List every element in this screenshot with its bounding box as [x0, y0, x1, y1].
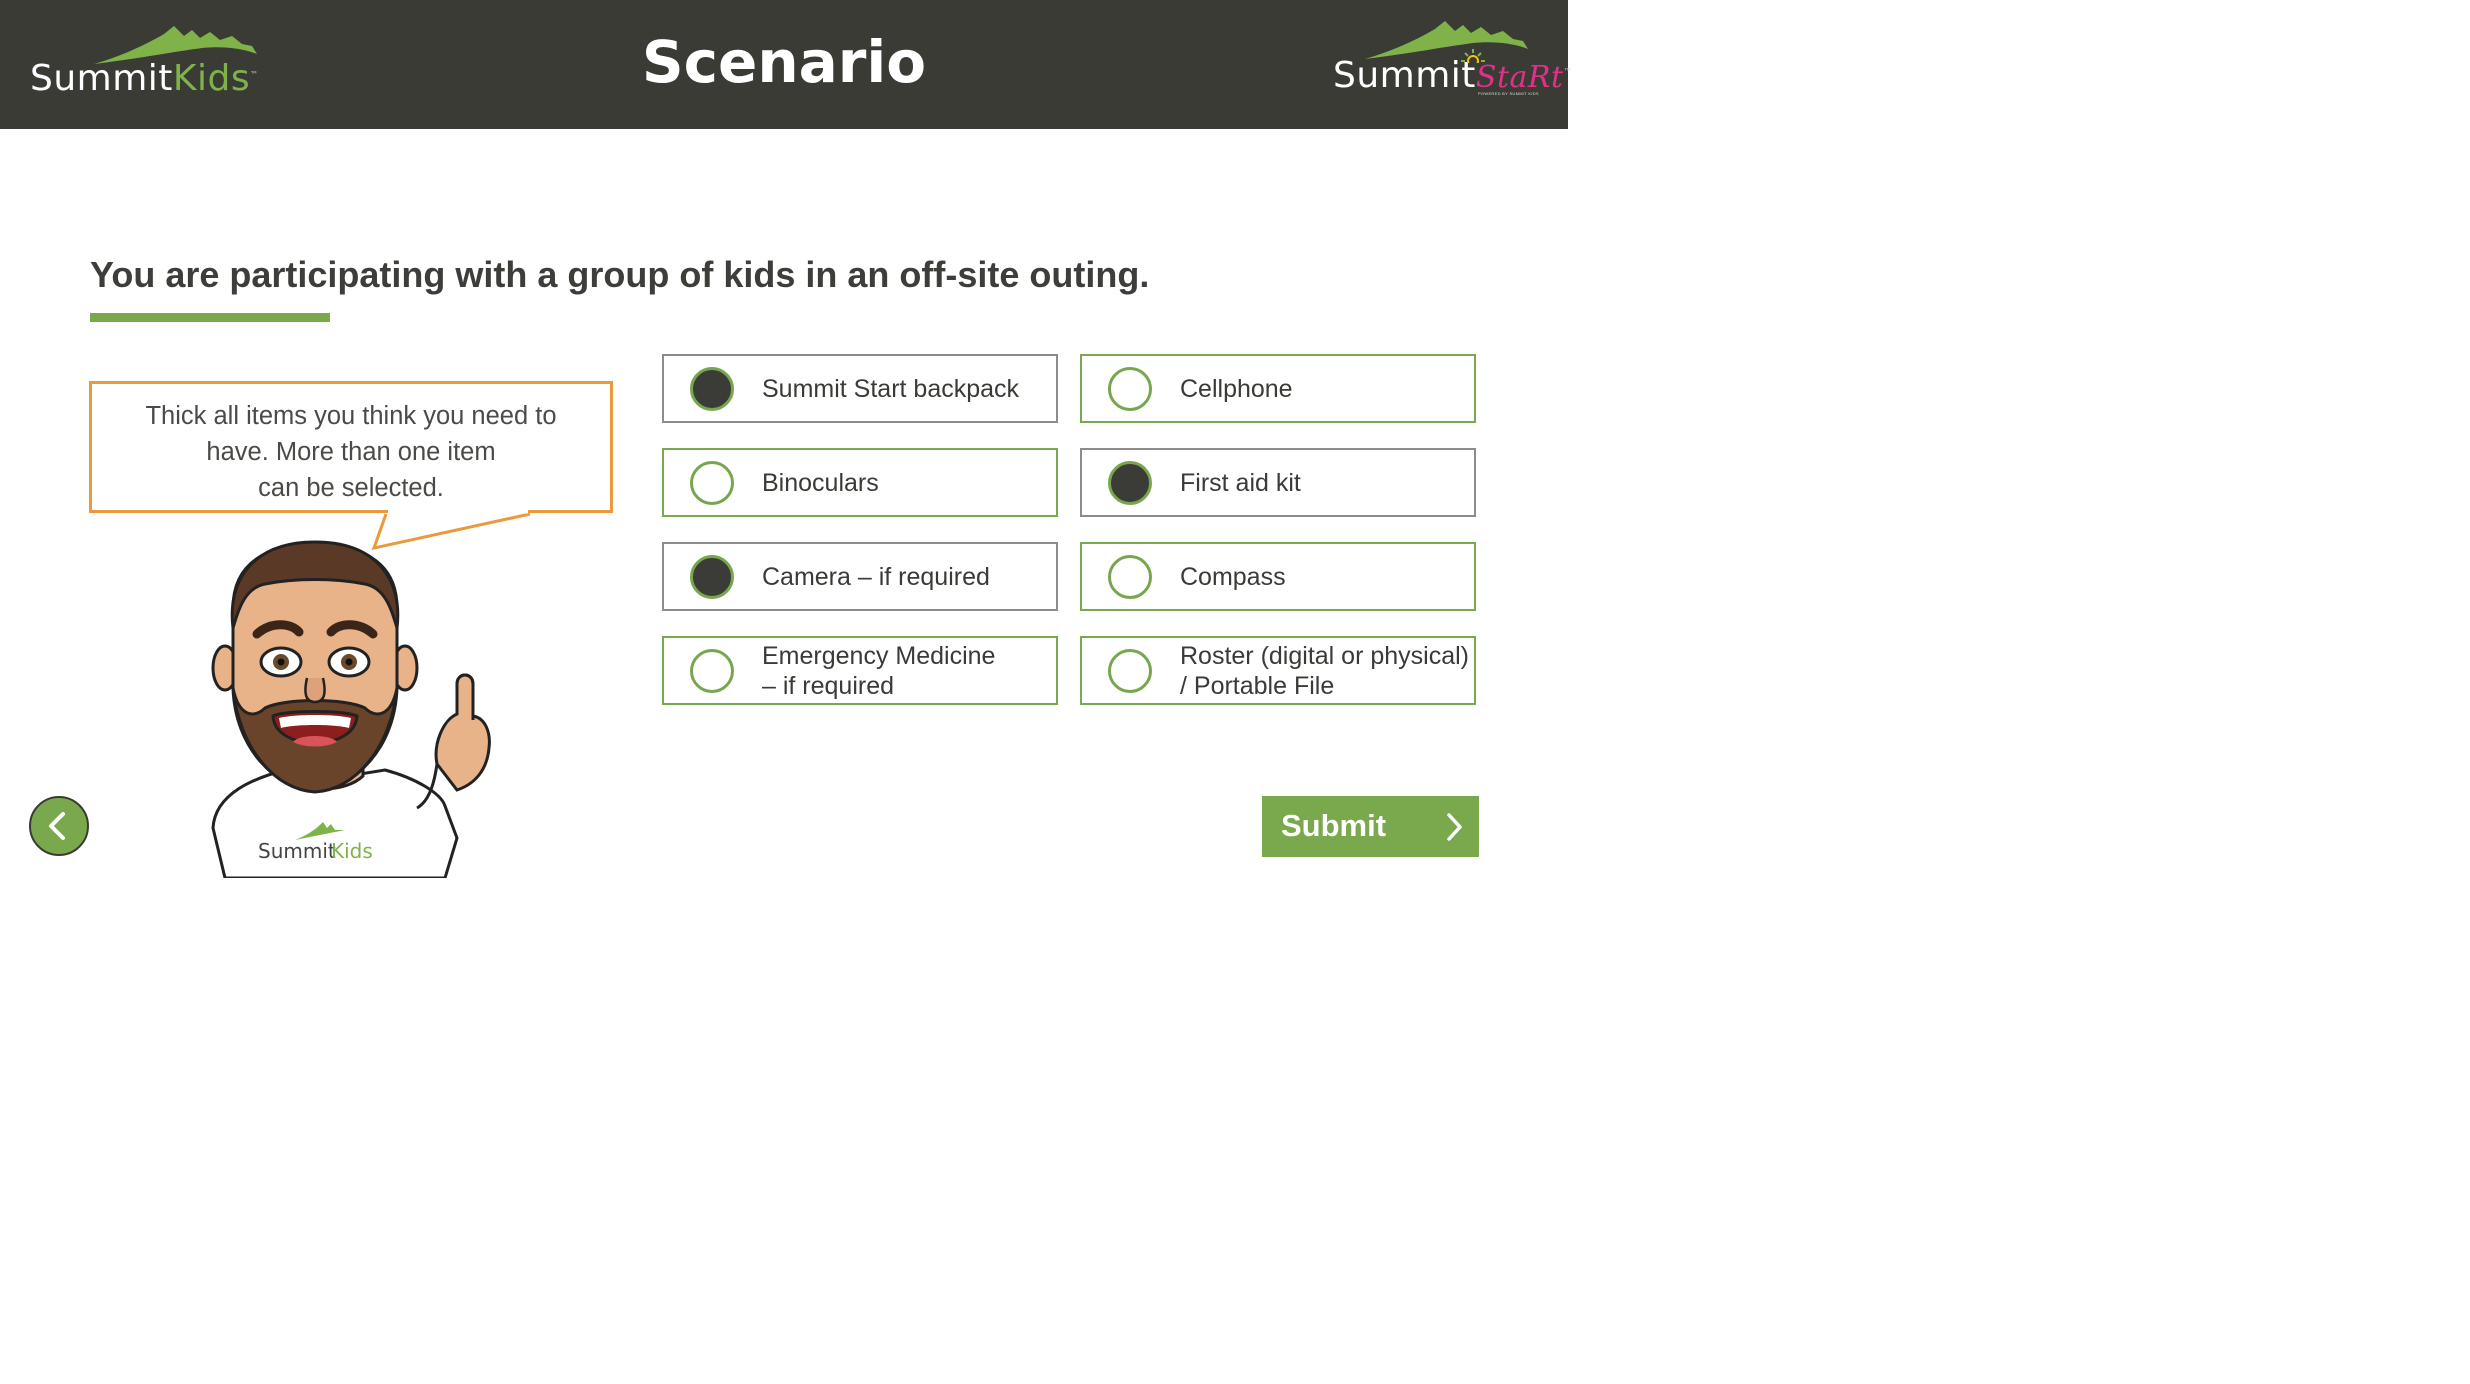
- option-label: First aid kit: [1180, 468, 1301, 497]
- shirt-kids-text: Kids: [331, 839, 373, 863]
- logo-start-text: StaRt: [1475, 60, 1564, 95]
- avatar-character: Summit Kids: [211, 540, 491, 878]
- radio-unchecked-icon[interactable]: [690, 648, 734, 693]
- option-summit-start-backpack[interactable]: Summit Start backpack: [662, 354, 1058, 423]
- radio-unchecked-icon[interactable]: [1108, 648, 1152, 693]
- question-heading: You are participating with a group of ki…: [90, 254, 1150, 295]
- instruction-line-2: have. More than one item: [206, 438, 496, 466]
- option-compass[interactable]: Compass: [1080, 542, 1476, 611]
- back-button[interactable]: [29, 796, 89, 856]
- header-bar: SummitKids™ Scenario SummitStaRt™ POWERE…: [0, 0, 1572, 129]
- mountain-icon: [1365, 21, 1528, 59]
- option-roster[interactable]: Roster (digital or physical) / Portable …: [1080, 636, 1476, 705]
- submit-label: Submit: [1281, 808, 1387, 843]
- heading-underline: [90, 313, 330, 322]
- sun-icon: [1461, 49, 1485, 63]
- chevron-right-icon: [1447, 813, 1462, 841]
- chevron-left-icon: [49, 812, 65, 840]
- option-label-line-1: Roster (digital or physical): [1180, 641, 1469, 670]
- shirt-summit-text: Summit: [258, 839, 336, 863]
- option-binoculars[interactable]: Binoculars: [662, 448, 1058, 517]
- option-cellphone[interactable]: Cellphone: [1080, 354, 1476, 423]
- option-label: Summit Start backpack: [762, 374, 1020, 403]
- radio-checked-icon[interactable]: [1108, 460, 1152, 505]
- instruction-text: Thick all items you think you need to ha…: [92, 398, 610, 506]
- option-label: Roster (digital or physical) / Portable …: [1180, 641, 1469, 701]
- instruction-line-1: Thick all items you think you need to: [145, 402, 557, 430]
- radio-checked-icon[interactable]: [690, 554, 734, 599]
- option-label-line-1: Emergency Medicine: [762, 641, 996, 670]
- logo-tm: ™: [1563, 67, 1573, 76]
- instruction-line-3: can be selected.: [258, 474, 444, 502]
- option-label: Compass: [1180, 562, 1286, 591]
- radio-checked-icon[interactable]: [690, 366, 734, 411]
- radio-unchecked-icon[interactable]: [1108, 366, 1152, 411]
- radio-unchecked-icon[interactable]: [1108, 554, 1152, 599]
- submit-button[interactable]: Submit: [1262, 796, 1479, 857]
- option-label-line-2: – if required: [762, 671, 895, 700]
- option-camera[interactable]: Camera – if required: [662, 542, 1058, 611]
- option-label: Binoculars: [762, 468, 879, 497]
- instruction-bubble: Thick all items you think you need to ha…: [89, 381, 613, 513]
- option-label: Camera – if required: [762, 562, 990, 591]
- option-first-aid-kit[interactable]: First aid kit: [1080, 448, 1476, 517]
- powered-by-text: POWERED BY SUMMIT KIDS: [1478, 91, 1539, 96]
- option-emergency-medicine[interactable]: Emergency Medicine – if required: [662, 636, 1058, 705]
- option-label: Cellphone: [1180, 374, 1293, 403]
- summitstart-logo: SummitStaRt™: [1333, 21, 1573, 96]
- option-label: Emergency Medicine – if required: [762, 641, 995, 701]
- radio-unchecked-icon[interactable]: [690, 460, 734, 505]
- option-label-line-2: / Portable File: [1180, 671, 1335, 700]
